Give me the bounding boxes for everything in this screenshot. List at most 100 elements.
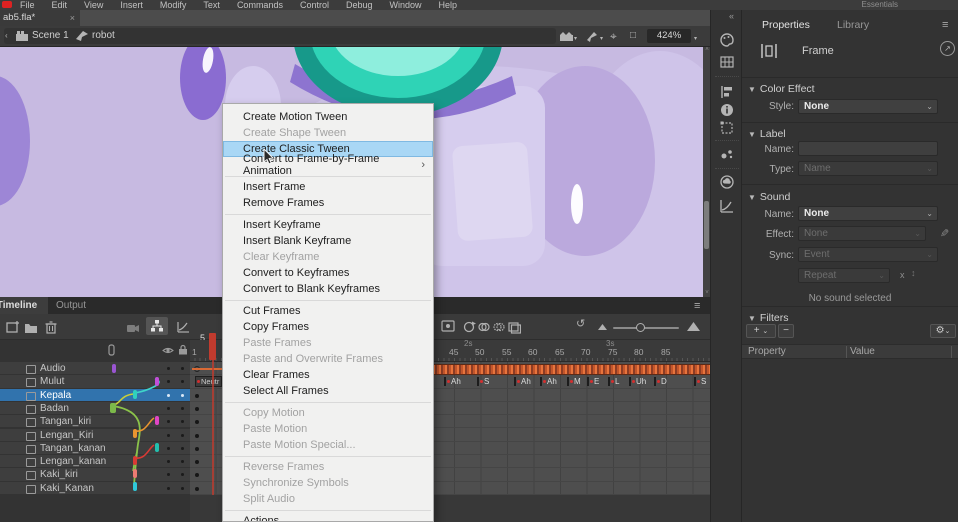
parent-marker[interactable]	[133, 429, 137, 438]
visibility-eye-icon[interactable]	[162, 346, 174, 355]
reset-timeline-zoom-icon[interactable]: ↺	[576, 317, 585, 330]
parent-marker[interactable]	[110, 403, 116, 413]
delete-trash-icon[interactable]	[44, 320, 58, 334]
new-layer-icon[interactable]	[6, 320, 20, 334]
frame-label[interactable]: Uh	[629, 377, 646, 386]
parent-marker[interactable]	[155, 377, 159, 386]
camera-layer-icon[interactable]	[126, 321, 140, 335]
menu-edit[interactable]: Edit	[52, 0, 68, 10]
detach-panel-icon[interactable]: ↗	[940, 41, 955, 56]
edit-symbol-chevron-icon[interactable]: ▾	[600, 29, 603, 49]
edit-scene-icon[interactable]	[560, 32, 573, 41]
parent-marker[interactable]	[133, 469, 137, 478]
new-folder-icon[interactable]	[24, 321, 38, 335]
menu-item-cut-frames[interactable]: Cut Frames	[223, 303, 433, 319]
menu-help[interactable]: Help	[439, 0, 458, 10]
collapse-panels-icon[interactable]: «	[729, 11, 734, 21]
menu-item-convert-to-keyframes[interactable]: Convert to Keyframes	[223, 265, 433, 281]
frame-label[interactable]: Ah	[514, 377, 531, 386]
menu-insert[interactable]: Insert	[120, 0, 143, 10]
remove-filter-button[interactable]: −	[778, 324, 794, 338]
lock-icon[interactable]	[178, 344, 188, 355]
show-tween-graph-icon[interactable]	[176, 320, 190, 334]
tab-output[interactable]: Output	[56, 297, 86, 314]
frame-label[interactable]: E	[587, 377, 599, 386]
edit-envelope-pencil-icon[interactable]: ✎	[940, 227, 949, 240]
show-parenting-view-toggle[interactable]	[146, 317, 168, 335]
breadcrumb-scene[interactable]: Scene 1	[32, 26, 69, 46]
scrollbar-thumb[interactable]	[704, 201, 709, 249]
frame-label[interactable]: Neutr	[195, 376, 222, 387]
parent-marker[interactable]	[133, 456, 137, 465]
panel-menu-icon[interactable]: ≡	[942, 20, 948, 30]
section-label[interactable]: ▼Label	[748, 128, 786, 140]
align-icon[interactable]	[719, 84, 735, 100]
column-divider[interactable]	[846, 346, 847, 358]
tab-timeline[interactable]: Timeline	[0, 297, 48, 314]
breadcrumb-symbol[interactable]: robot	[92, 26, 115, 46]
onion-skin-outlines-icon[interactable]	[492, 320, 506, 334]
document-tab[interactable]: ab5.fla* ×	[0, 10, 80, 26]
zoom-in-frames-icon[interactable]	[687, 322, 700, 331]
swatches-icon[interactable]	[719, 54, 735, 70]
loop-playback-icon[interactable]	[462, 320, 476, 334]
keyframe-marker[interactable]	[195, 447, 199, 451]
menu-item-select-all-frames[interactable]: Select All Frames	[223, 383, 433, 399]
menu-commands[interactable]: Commands	[237, 0, 283, 10]
menu-window[interactable]: Window	[390, 0, 422, 10]
menu-modify[interactable]: Modify	[160, 0, 187, 10]
keyframe-marker[interactable]	[195, 407, 199, 411]
menu-view[interactable]: View	[84, 0, 103, 10]
parent-marker[interactable]	[112, 364, 116, 373]
menu-text[interactable]: Text	[203, 0, 220, 10]
edit-symbol-icon[interactable]	[586, 31, 598, 42]
frame-size-slider-knob[interactable]	[636, 323, 645, 332]
frame-label[interactable]: S	[694, 377, 706, 386]
menu-control[interactable]: Control	[300, 0, 329, 10]
zoom-chevron-icon[interactable]: ▾	[694, 29, 697, 49]
menu-item-clear-frames[interactable]: Clear Frames	[223, 367, 433, 383]
frame-size-slider-track[interactable]	[613, 327, 679, 329]
back-chevron-icon[interactable]: ‹	[5, 26, 8, 46]
parent-marker[interactable]	[133, 482, 137, 491]
playhead-handle[interactable]	[209, 333, 216, 360]
menu-item-convert-frame-by-frame[interactable]: Convert to Frame-by-Frame Animation›	[223, 157, 433, 173]
workspace-switcher[interactable]: Essentials	[862, 0, 898, 10]
parent-marker[interactable]	[155, 416, 159, 425]
menu-item-actions[interactable]: Actions	[223, 513, 433, 522]
edit-multiple-frames-icon[interactable]	[507, 320, 521, 334]
frame-label[interactable]: L	[608, 377, 619, 386]
section-filters[interactable]: ▼Filters	[748, 312, 789, 324]
keyframe-marker[interactable]	[195, 434, 199, 438]
section-color-effect[interactable]: ▼Color Effect	[748, 83, 815, 95]
menu-item-convert-to-blank-keyframes[interactable]: Convert to Blank Keyframes	[223, 281, 433, 297]
zoom-level-input[interactable]: 424%	[647, 29, 691, 43]
frame-label[interactable]: Ah	[540, 377, 557, 386]
menu-item-insert-blank-keyframe[interactable]: Insert Blank Keyframe	[223, 233, 433, 249]
transform-icon[interactable]	[719, 120, 735, 136]
keyframe-marker[interactable]	[195, 394, 199, 398]
keyframe-marker[interactable]	[195, 487, 199, 491]
parent-marker[interactable]	[133, 390, 137, 399]
add-filter-button[interactable]: + ⌄	[746, 324, 776, 338]
menu-file[interactable]: File	[20, 0, 35, 10]
keyframe-marker[interactable]	[195, 460, 199, 464]
frame-label[interactable]: Ah	[444, 377, 461, 386]
zoom-out-frames-icon[interactable]	[598, 324, 607, 330]
info-icon[interactable]	[719, 102, 735, 118]
frame-label[interactable]: D	[654, 377, 667, 386]
center-playhead-icon[interactable]	[441, 319, 455, 333]
playhead-line[interactable]	[212, 359, 214, 495]
timeline-menu-icon[interactable]: ≡	[694, 301, 700, 311]
tab-properties[interactable]: Properties	[762, 18, 810, 33]
motion-editor-graph-icon[interactable]	[719, 198, 735, 214]
label-name-input[interactable]	[798, 141, 938, 156]
color-palette-icon[interactable]	[719, 32, 735, 48]
menu-item-insert-keyframe[interactable]: Insert Keyframe	[223, 217, 433, 233]
sound-name-dropdown[interactable]: None⌄	[798, 206, 938, 221]
onion-skin-icon[interactable]	[477, 320, 491, 334]
edit-scene-chevron-icon[interactable]: ▾	[574, 29, 577, 49]
tab-library[interactable]: Library	[837, 18, 869, 33]
frame-label[interactable]: M	[567, 377, 581, 386]
close-tab-icon[interactable]: ×	[70, 10, 75, 26]
